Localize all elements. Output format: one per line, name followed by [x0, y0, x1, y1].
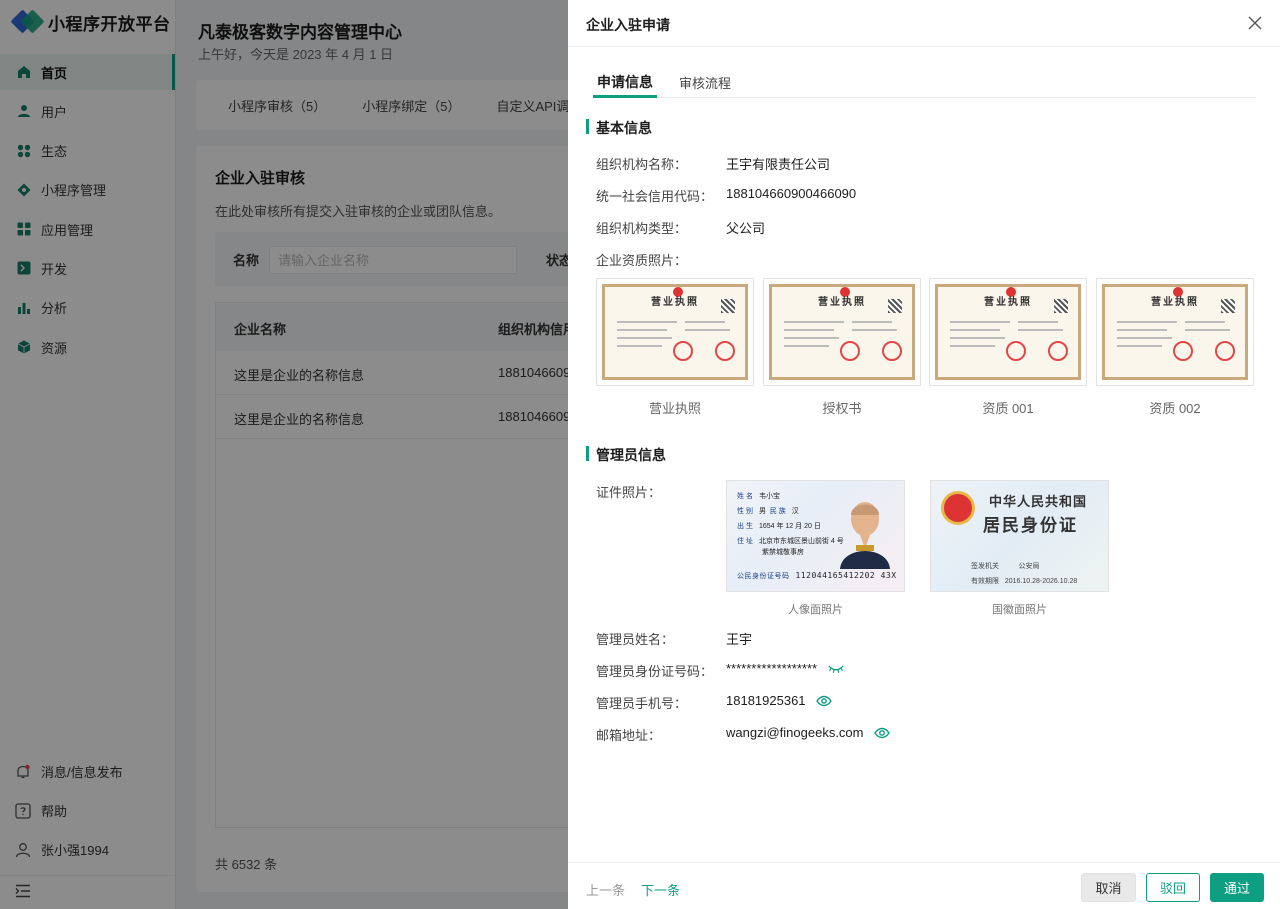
id-front-caption: 人像面照片 [788, 604, 843, 616]
portrait-image [836, 493, 894, 569]
credit-code-value: 188104660900466090 [726, 186, 857, 201]
license-thumbnail[interactable]: 营业执照 [596, 278, 754, 386]
email-value: wangzi@finogeeks.com [726, 725, 864, 740]
admin-id-value: ****************** [726, 661, 818, 676]
qr-code-icon [721, 299, 735, 313]
previous-record-link[interactable]: 上一条 [586, 880, 625, 899]
approve-button[interactable]: 通过 [1210, 873, 1264, 902]
qualification-photos-label: 企业资质照片： [596, 253, 688, 268]
seal-icon [1048, 341, 1068, 361]
admin-name-label: 管理员姓名： [596, 632, 675, 647]
section-title-basic: 基本信息 [586, 118, 652, 138]
license-image: 营业执照 [769, 284, 915, 380]
id-card-back-image[interactable]: 中华人民共和国 居民身份证 签发机关 公安局 有效期限 2016.10.28-2… [930, 480, 1109, 592]
qr-code-icon [888, 299, 902, 313]
org-name-value: 王宇有限责任公司 [726, 157, 831, 172]
drawer-footer: 上一条 下一条 取消 驳回 通过 [568, 862, 1280, 909]
license-image: 营业执照 [935, 284, 1081, 380]
id-photo-label: 证件照片： [596, 485, 662, 500]
seal-icon [1215, 341, 1235, 361]
section-title-admin: 管理员信息 [586, 445, 666, 465]
drawer-header-divider [568, 46, 1280, 47]
drawer-tabs: 申请信息 审核流程 [593, 66, 1255, 98]
seal-icon [1006, 341, 1026, 361]
qualification-002-thumbnail[interactable]: 营业执照 [1096, 278, 1254, 386]
eye-icon[interactable] [874, 727, 890, 739]
id-back-caption: 国徽面照片 [992, 604, 1047, 616]
email-field: wangzi@finogeeks.com [726, 725, 890, 740]
seal-icon [882, 341, 902, 361]
qualification-001-thumbnail[interactable]: 营业执照 [929, 278, 1087, 386]
application-drawer: 企业入驻申请 申请信息 审核流程 基本信息 组织机构名称： 王宇有限责任公司 统… [568, 0, 1280, 909]
admin-name-value: 王宇 [726, 632, 753, 647]
license-image: 营业执照 [1102, 284, 1248, 380]
active-tab-indicator [593, 95, 657, 98]
admin-id-field: ****************** [726, 661, 844, 676]
next-record-link[interactable]: 下一条 [641, 880, 680, 899]
authorization-thumbnail[interactable]: 营业执照 [763, 278, 921, 386]
qr-code-icon [1054, 299, 1068, 313]
eye-closed-icon[interactable] [828, 663, 844, 675]
admin-phone-field: 18181925361 [726, 693, 832, 708]
photo-caption: 营业执照 [648, 401, 701, 416]
photo-caption: 授权书 [822, 401, 862, 416]
admin-phone-value: 18181925361 [726, 693, 806, 708]
credit-code-label: 统一社会信用代码： [596, 189, 714, 204]
qr-code-icon [1221, 299, 1235, 313]
license-image: 营业执照 [602, 284, 748, 380]
tab-application-info[interactable]: 申请信息 [597, 72, 653, 92]
org-type-label: 组织机构类型： [596, 221, 688, 236]
org-type-value: 父公司 [726, 221, 766, 236]
drawer-title: 企业入驻申请 [586, 17, 670, 33]
photo-caption: 资质 001 [982, 401, 1034, 416]
close-icon[interactable] [1246, 14, 1264, 32]
national-emblem-icon [941, 491, 975, 525]
tab-review-process[interactable]: 审核流程 [679, 73, 731, 92]
seal-icon [1173, 341, 1193, 361]
seal-icon [715, 341, 735, 361]
id-card-front-image[interactable]: 姓 名韦小宝 性 别男 民 族汉 出 生 1654 年 12 月 20 日 住 址… [726, 480, 905, 592]
seal-icon [840, 341, 860, 361]
eye-icon[interactable] [816, 695, 832, 707]
cancel-button[interactable]: 取消 [1081, 873, 1136, 902]
reject-button[interactable]: 驳回 [1146, 873, 1200, 902]
photo-caption: 资质 002 [1149, 401, 1201, 416]
admin-phone-label: 管理员手机号： [596, 696, 688, 711]
seal-icon [673, 341, 693, 361]
org-name-label: 组织机构名称： [596, 157, 688, 172]
admin-id-label: 管理员身份证号码： [596, 664, 714, 679]
email-label: 邮箱地址： [596, 728, 662, 743]
